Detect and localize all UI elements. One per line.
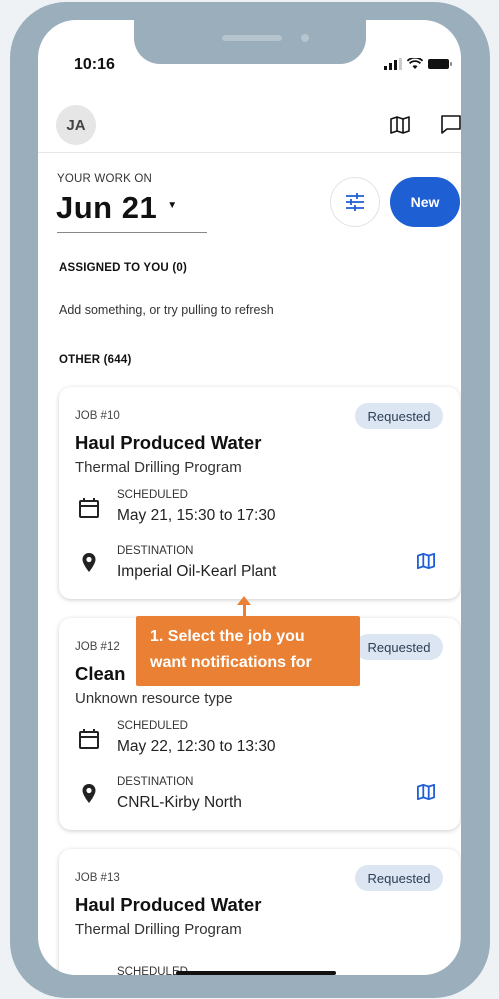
job-card[interactable]: JOB #10 Requested Haul Produced Water Th… [59,387,460,599]
map-icon[interactable] [415,550,437,572]
map-icon[interactable] [388,113,412,137]
job-card[interactable]: JOB #13 Requested Haul Produced Water Th… [59,849,460,975]
scheduled-value: May 22, 12:30 to 13:30 [117,738,276,755]
avatar[interactable]: JA [56,105,96,145]
job-number: JOB #13 [75,872,120,884]
work-date: Jun 21 [56,190,158,225]
notch-speaker [222,35,282,41]
assigned-empty-hint: Add something, or try pulling to refresh [59,303,274,317]
sliders-icon [346,193,364,211]
calendar-icon [77,727,101,751]
destination-label: DESTINATION [117,545,194,557]
status-time: 10:16 [74,56,115,73]
work-date-label: YOUR WORK ON [57,173,153,185]
location-pin-icon [77,782,101,806]
chat-icon[interactable] [439,112,461,136]
wifi-icon [407,58,423,69]
destination-value: Imperial Oil-Kearl Plant [117,563,277,580]
date-picker[interactable]: Jun 21 ▼ [56,190,177,226]
status-icons [384,58,453,70]
job-number: JOB #10 [75,410,120,422]
destination-value: CNRL-Kirby North [117,794,242,811]
notch-camera [301,34,309,42]
scheduled-value: May 21, 15:30 to 17:30 [117,507,276,524]
map-icon[interactable] [415,781,437,803]
date-underline [57,232,207,233]
job-subtitle: Thermal Drilling Program [75,921,242,938]
calendar-icon [77,496,101,520]
tooltip-line-1: 1. Select the job you [150,628,305,645]
job-number: JOB #12 [75,641,120,653]
battery-icon [428,59,452,69]
home-indicator [176,971,336,975]
app-screen: 10:16 JA YOUR WORK ON Jun 21 ▼ New ASSIG… [38,20,461,975]
other-section-title: OTHER (644) [59,354,132,366]
tutorial-tooltip: 1. Select the job you want notifications… [136,616,360,686]
scheduled-label: SCHEDULED [117,720,188,732]
job-title: Clean [75,663,126,684]
location-pin-icon [77,551,101,575]
filter-button[interactable] [330,177,380,227]
new-button[interactable]: New [390,177,460,227]
job-subtitle: Unknown resource type [75,690,233,707]
job-title: Haul Produced Water [75,894,262,915]
status-badge: Requested [355,865,443,891]
job-subtitle: Thermal Drilling Program [75,459,242,476]
scheduled-label: SCHEDULED [117,489,188,501]
tooltip-arrow-stem [243,601,246,617]
status-badge: Requested [355,403,443,429]
caret-down-icon: ▼ [167,199,178,211]
tooltip-line-2: want notifications for [150,654,312,671]
header-divider [38,152,461,153]
destination-label: DESTINATION [117,776,194,788]
job-title: Haul Produced Water [75,432,262,453]
phone-notch [134,20,366,64]
status-badge: Requested [355,634,443,660]
signal-icon [384,58,402,70]
assigned-section-title: ASSIGNED TO YOU (0) [59,262,187,274]
